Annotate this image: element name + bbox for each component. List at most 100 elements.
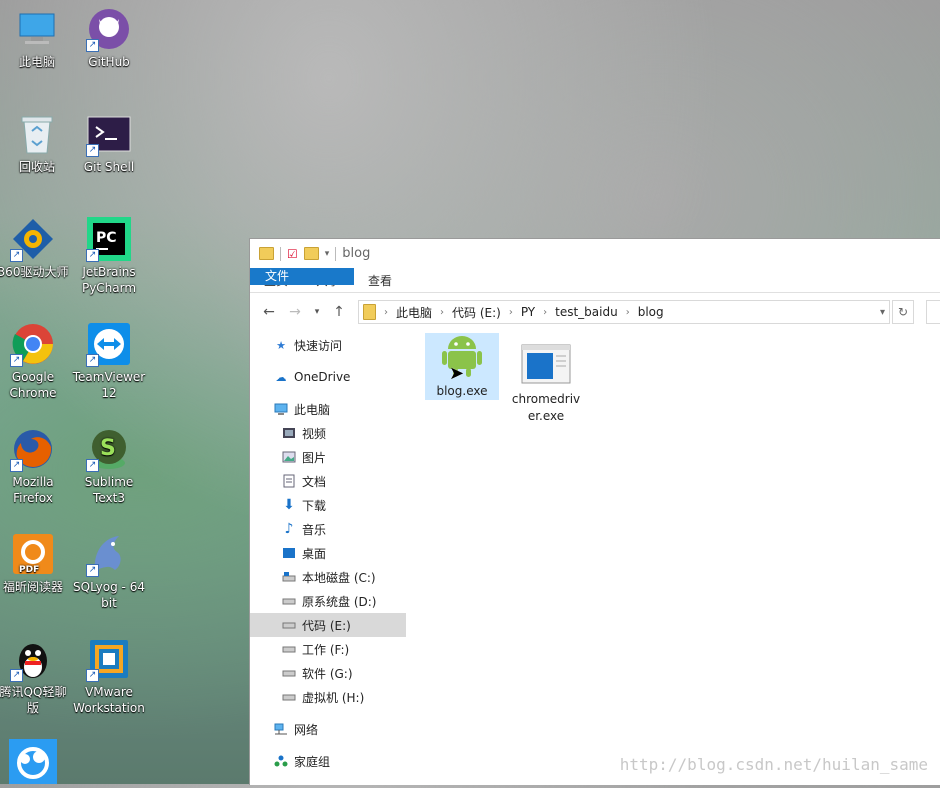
tab-file[interactable]: 文件 xyxy=(250,268,354,285)
desktop-icon-chrome[interactable]: ↗ Google Chrome xyxy=(0,321,70,401)
breadcrumb-py[interactable]: PY xyxy=(521,305,535,319)
chrome-icon: ↗ xyxy=(10,321,56,367)
shortcut-arrow-icon: ↗ xyxy=(86,564,99,577)
nav-item-drive-f[interactable]: 工作 (F:) xyxy=(250,637,406,661)
desktop-icon-this-pc[interactable]: 此电脑 xyxy=(0,6,74,70)
desktop-icon-sqlyog[interactable]: ↗ SQLyog - 64 bit xyxy=(72,531,146,611)
pycharm-icon: PC ↗ xyxy=(86,216,132,262)
forward-arrow-icon[interactable]: → xyxy=(286,304,304,320)
this-pc-icon xyxy=(274,402,288,416)
chevron-right-icon[interactable]: › xyxy=(543,307,547,318)
nav-item-desktop[interactable]: 桌面 xyxy=(250,541,406,565)
shortcut-arrow-icon: ↗ xyxy=(86,459,99,472)
desktop-icon-vmware[interactable]: ↗ VMware Workstation xyxy=(72,636,146,716)
quick-access-dropdown-icon[interactable]: ▾ xyxy=(325,249,330,259)
address-dropdown-icon[interactable]: ▾ xyxy=(880,307,889,318)
recent-locations-chevron-icon[interactable]: ▾ xyxy=(312,307,322,317)
drive-icon xyxy=(282,642,296,656)
github-icon: ↗ xyxy=(86,6,132,52)
sublime-icon: S ↗ xyxy=(86,426,132,472)
refresh-icon[interactable]: ↻ xyxy=(892,300,914,324)
music-note-icon: ♪ xyxy=(284,521,294,537)
shortcut-arrow-icon: ↗ xyxy=(86,669,99,682)
firefox-icon: ↗ xyxy=(10,426,56,472)
nav-item-documents[interactable]: 文档 xyxy=(250,469,406,493)
window-title: blog xyxy=(342,246,371,261)
nav-item-homegroup[interactable]: 家庭组 xyxy=(250,749,406,773)
shortcut-arrow-icon: ↗ xyxy=(86,354,99,367)
desktop-icon-git-shell[interactable]: ↗ Git Shell xyxy=(72,111,146,175)
application-window-icon xyxy=(519,341,573,387)
breadcrumb-drive-e[interactable]: 代码 (E:) xyxy=(452,304,501,321)
foxit-pdf-icon: PDF xyxy=(10,531,56,577)
desktop-icon-qq[interactable]: ↗ 腾讯QQ轻聊版 xyxy=(0,636,70,716)
explorer-content: ★ 快速访问 ☁ OneDrive 此电脑 视频 图片 文档 ⬇ 下载 ♪ 音乐… xyxy=(250,331,940,785)
breadcrumb-test-baidu[interactable]: test_baidu xyxy=(555,305,618,319)
navigation-pane: ★ 快速访问 ☁ OneDrive 此电脑 视频 图片 文档 ⬇ 下载 ♪ 音乐… xyxy=(250,331,408,785)
new-folder-icon[interactable] xyxy=(303,247,319,260)
nav-item-drive-d[interactable]: 原系统盘 (D:) xyxy=(250,589,406,613)
navigation-bar: ← → ▾ ↑ › 此电脑 › 代码 (E:) › PY › test_baid… xyxy=(250,293,940,331)
desktop-icon-foxit[interactable]: PDF 福昕阅读器 xyxy=(0,531,70,595)
chevron-right-icon[interactable]: › xyxy=(626,307,630,318)
360-driver-icon: ↗ xyxy=(10,216,56,262)
search-box[interactable] xyxy=(926,300,940,324)
nav-item-onedrive[interactable]: ☁ OneDrive xyxy=(250,365,406,389)
mouse-cursor-icon: ➤ xyxy=(449,363,465,384)
desktop-icon-sublime[interactable]: S ↗ Sublime Text3 xyxy=(72,426,146,506)
folder-icon xyxy=(259,247,274,260)
desktop-icon-github[interactable]: ↗ GitHub xyxy=(72,6,146,70)
partial-cloud-app-icon[interactable] xyxy=(9,739,57,784)
file-item-chromedriver-exe[interactable]: chromedriver.exe xyxy=(509,341,583,425)
svg-text:S: S xyxy=(100,436,116,461)
nav-item-downloads[interactable]: ⬇ 下载 xyxy=(250,493,406,517)
chevron-right-icon[interactable]: › xyxy=(509,307,513,318)
breadcrumb-blog[interactable]: blog xyxy=(638,305,664,319)
nav-item-pictures[interactable]: 图片 xyxy=(250,445,406,469)
desktop-icon-360-driver[interactable]: ↗ 360驱动大师 xyxy=(0,216,70,280)
nav-item-drive-g[interactable]: 软件 (G:) xyxy=(250,661,406,685)
drive-c-icon xyxy=(282,570,296,584)
nav-item-videos[interactable]: 视频 xyxy=(250,421,406,445)
tab-view[interactable]: 查看 xyxy=(354,268,406,292)
documents-folder-icon xyxy=(282,474,296,488)
pictures-folder-icon xyxy=(282,450,296,464)
homegroup-icon xyxy=(274,754,288,768)
up-arrow-icon[interactable]: ↑ xyxy=(330,304,348,320)
nav-item-drive-e[interactable]: 代码 (E:) xyxy=(250,613,406,637)
nav-item-music[interactable]: ♪ 音乐 xyxy=(250,517,406,541)
nav-item-network[interactable]: 网络 xyxy=(250,717,406,741)
file-explorer-window: ☑ ▾ blog 文件 主页 共享 查看 ← → ▾ ↑ › 此电脑 › 代码 … xyxy=(249,238,940,785)
desktop-folder-icon xyxy=(282,546,296,560)
network-icon xyxy=(274,722,288,736)
nav-item-drive-c[interactable]: 本地磁盘 (C:) xyxy=(250,565,406,589)
quick-access-star-icon: ★ xyxy=(276,338,286,352)
nav-item-quick-access[interactable]: ★ 快速访问 xyxy=(250,333,406,357)
desktop-icon-teamviewer[interactable]: ↗ TeamViewer 12 xyxy=(72,321,146,401)
git-shell-icon: ↗ xyxy=(86,111,132,157)
ribbon-tabs: 文件 主页 共享 查看 xyxy=(250,268,940,293)
recycle-bin-icon xyxy=(14,111,60,157)
properties-check-icon[interactable]: ☑ xyxy=(287,247,298,261)
svg-text:PDF: PDF xyxy=(19,565,39,575)
desktop-icon-pycharm[interactable]: PC ↗ JetBrains PyCharm xyxy=(72,216,146,296)
chevron-right-icon[interactable]: › xyxy=(440,307,444,318)
nav-item-drive-h[interactable]: 虚拟机 (H:) xyxy=(250,685,406,709)
address-bar[interactable]: › 此电脑 › 代码 (E:) › PY › test_baidu › blog… xyxy=(358,300,890,324)
sqlyog-icon: ↗ xyxy=(86,531,132,577)
chevron-right-icon[interactable]: › xyxy=(384,307,388,318)
computer-icon xyxy=(14,6,60,52)
desktop-icon-recycle-bin[interactable]: 回收站 xyxy=(0,111,74,175)
drive-icon xyxy=(282,594,296,608)
svg-text:PC: PC xyxy=(96,230,117,246)
desktop-icon-firefox[interactable]: ↗ Mozilla Firefox xyxy=(0,426,70,506)
qq-icon: ↗ xyxy=(10,636,56,682)
back-arrow-icon[interactable]: ← xyxy=(260,304,278,320)
breadcrumb-this-pc[interactable]: 此电脑 xyxy=(396,304,432,321)
shortcut-arrow-icon: ↗ xyxy=(86,39,99,52)
downloads-arrow-icon: ⬇ xyxy=(283,497,295,513)
nav-item-this-pc[interactable]: 此电脑 xyxy=(250,397,406,421)
drive-icon xyxy=(282,666,296,680)
shortcut-arrow-icon: ↗ xyxy=(10,669,23,682)
onedrive-cloud-icon: ☁ xyxy=(275,370,287,384)
